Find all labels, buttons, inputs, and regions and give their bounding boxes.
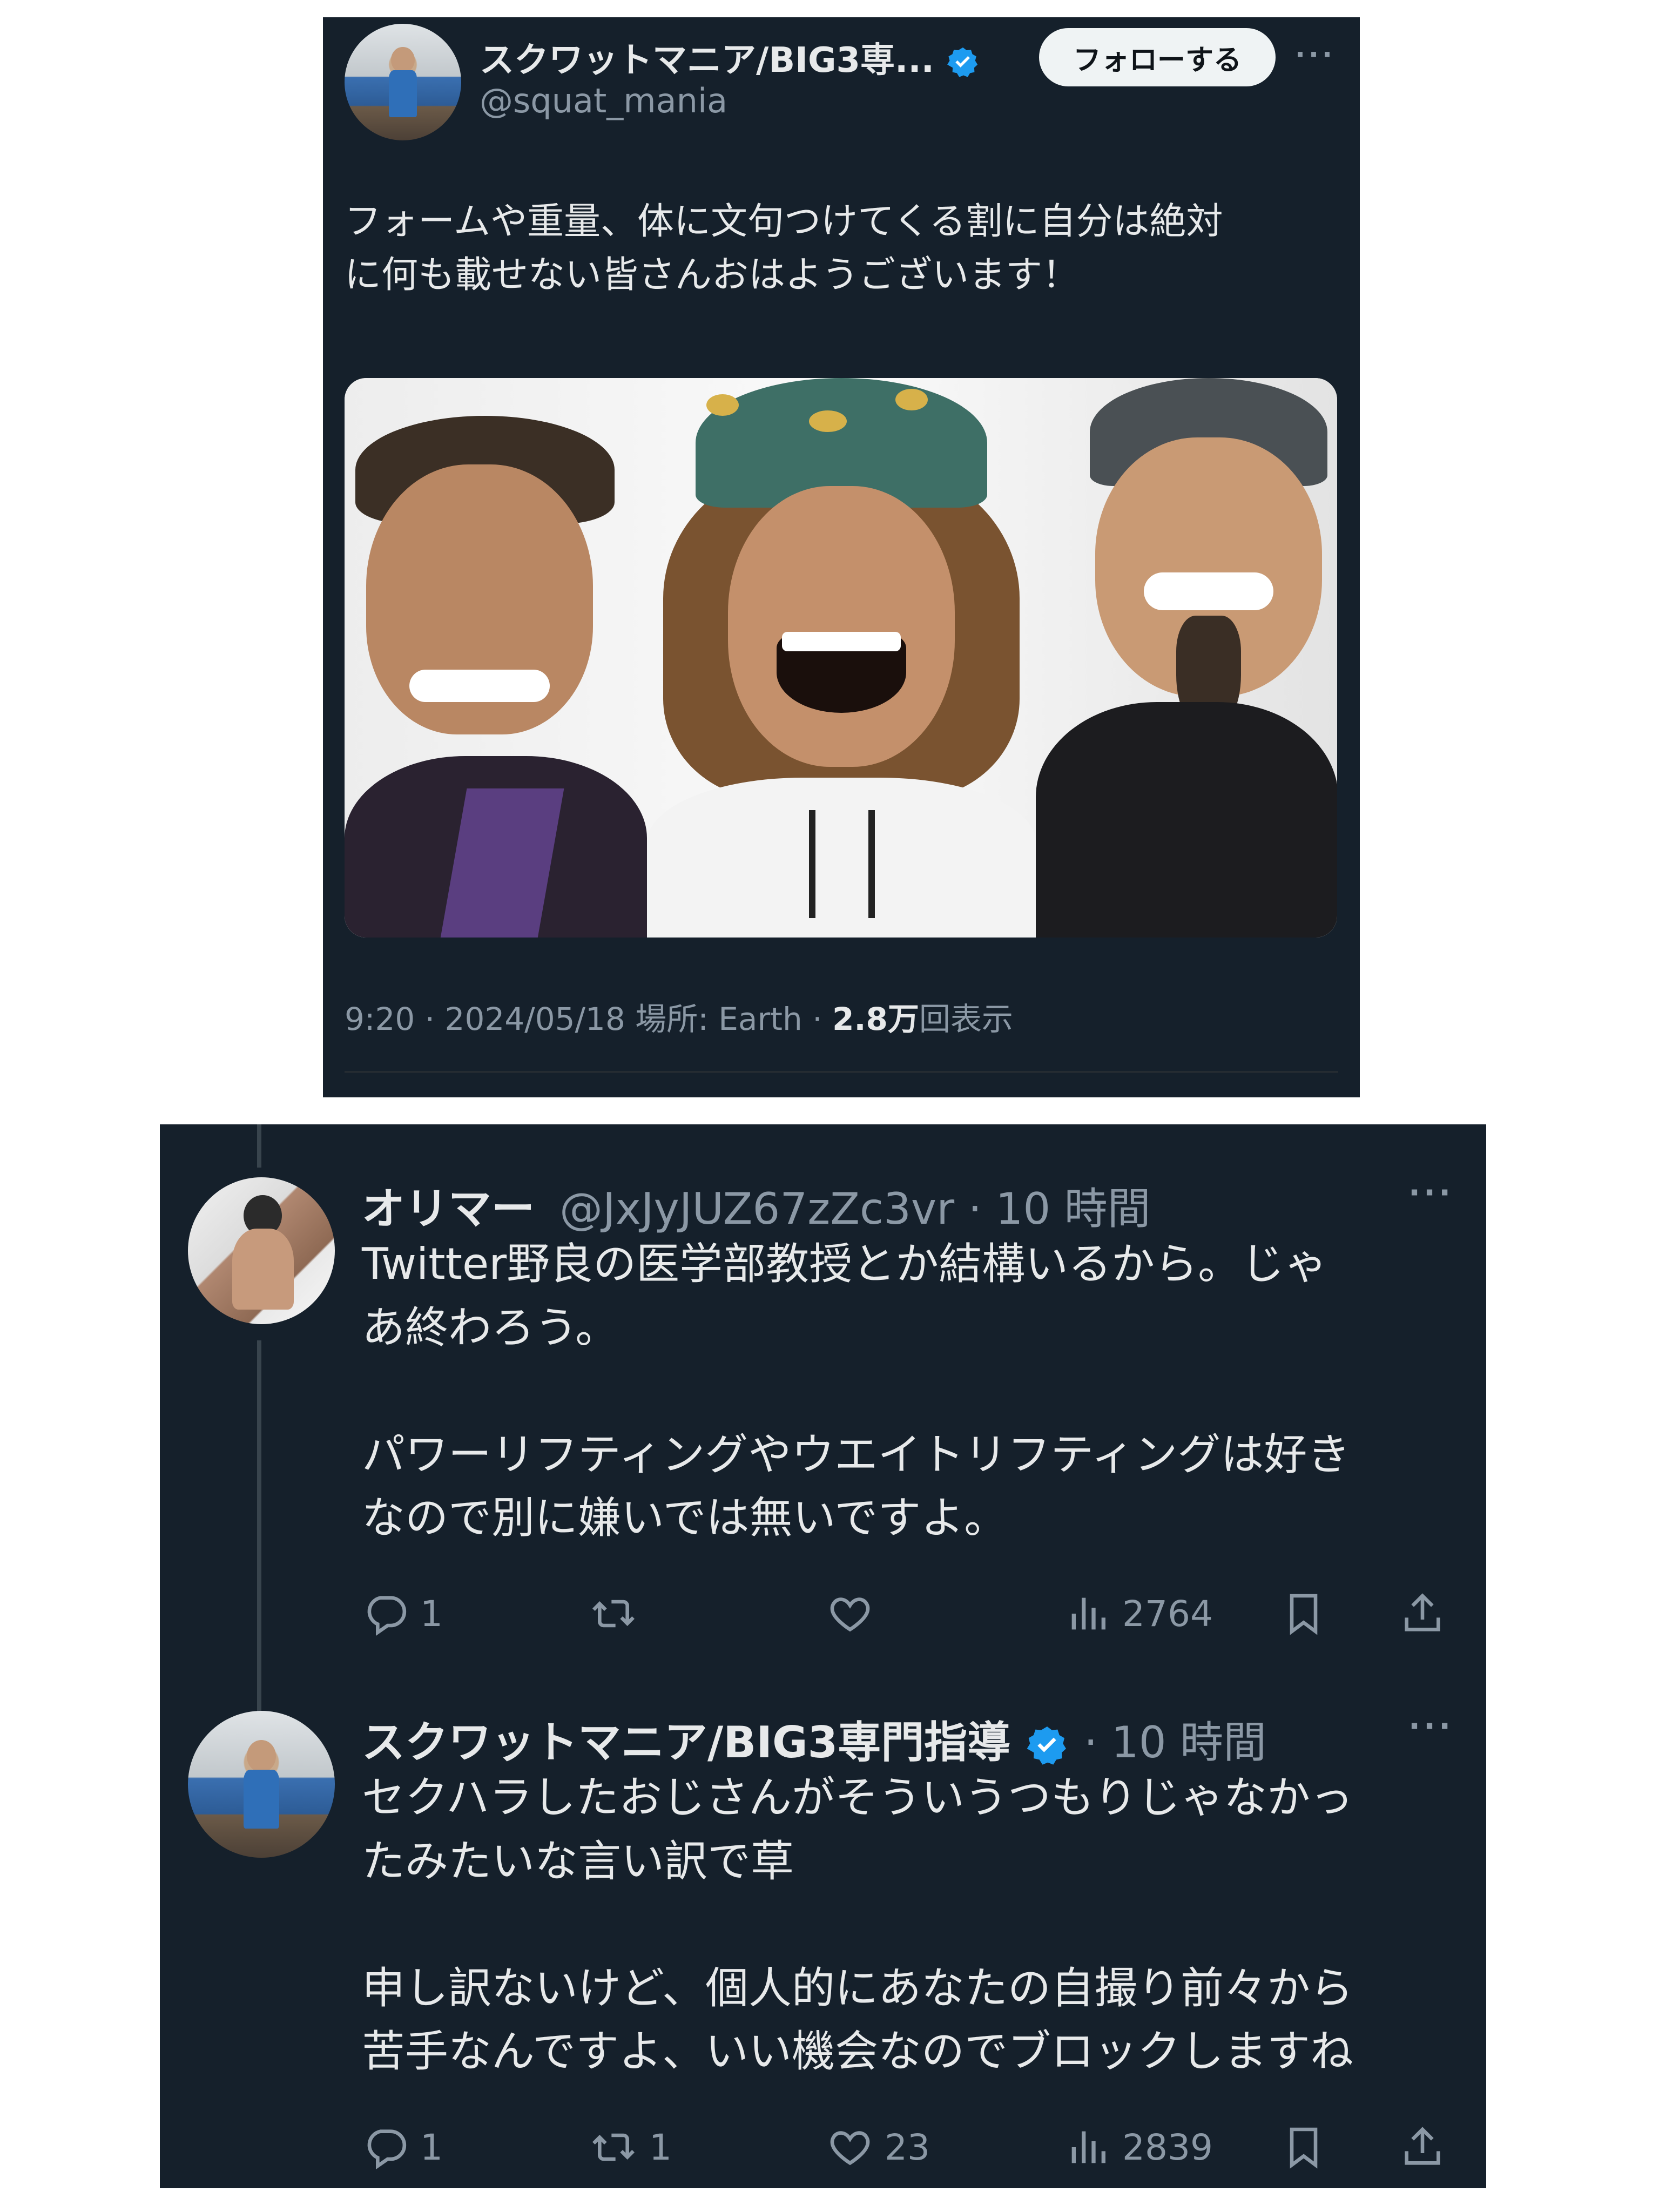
reply-button[interactable]: 1 (362, 1590, 443, 1637)
reply-icon (367, 1596, 407, 1636)
divider (345, 1071, 1338, 1073)
reply-author-handle: @JxJyJUZ67zZc3vr · 10 時間 (559, 1174, 1151, 1237)
reply-time[interactable]: · 10 時間 (968, 1184, 1151, 1234)
reply-time[interactable]: · 10 時間 (1084, 1717, 1266, 1768)
view-count: 2764 (1122, 1593, 1213, 1635)
retweet-icon (592, 1600, 635, 1628)
reply-more-options-icon[interactable]: ··· (1408, 1708, 1454, 1744)
reply-author-name-text: スクワットマニア/BIG3専門指導 (362, 1717, 1011, 1768)
tweet-text: フォームや重量、体に文句つけてくる割に自分は絶対 に何も載せない皆さんおはようご… (345, 200, 1223, 296)
author-avatar[interactable] (345, 24, 461, 140)
reply-avatar-orima[interactable] (188, 1177, 335, 1324)
follow-button[interactable]: フォローする (1039, 28, 1276, 86)
like-button[interactable]: 23 (826, 2123, 930, 2171)
reply-action-bar: 1 1 23 2839 (362, 2116, 1474, 2170)
retweet-count: 1 (649, 2126, 672, 2168)
share-icon (1405, 2127, 1440, 2165)
like-button[interactable] (826, 1590, 885, 1637)
main-tweet-card: スクワットマニア/BIG3専... @squat_mania フォローする ··… (323, 17, 1360, 1097)
reply-handle-text[interactable]: @JxJyJUZ67zZc3vr (559, 1184, 954, 1234)
retweet-button[interactable] (589, 1590, 649, 1637)
share-button[interactable] (1399, 2123, 1446, 2171)
verified-badge-icon (1027, 1727, 1067, 1765)
reply-action-bar: 1 2764 (362, 1582, 1474, 1636)
share-button[interactable] (1399, 1590, 1446, 1637)
tweet-timestamp[interactable]: 9:20 · 2024/05/18 場所: Earth · (345, 1001, 832, 1037)
heart-icon (830, 1597, 870, 1632)
reply-button[interactable]: 1 (362, 2123, 443, 2171)
tweet-photo[interactable] (345, 378, 1337, 938)
reply-more-options-icon[interactable]: ··· (1408, 1174, 1454, 1211)
views-chart-icon (1071, 2131, 1105, 2163)
reply-author-name[interactable]: スクワットマニア/BIG3専門指導 · 10 時間 (362, 1708, 1266, 1770)
view-count: 2.8万 (832, 1001, 919, 1037)
replies-card: オリマー @JxJyJUZ67zZc3vr · 10 時間 ··· Twitte… (160, 1124, 1486, 2188)
bookmark-icon (1290, 1594, 1318, 1635)
verified-badge-icon (947, 48, 978, 78)
reply-author-name[interactable]: オリマー (362, 1174, 535, 1237)
reply-icon (367, 2129, 407, 2170)
reply-avatar-squat-mania[interactable] (188, 1711, 335, 1858)
tweet-timestamp-row: 9:20 · 2024/05/18 場所: Earth · 2.8万回表示 (345, 994, 1013, 1039)
bookmark-button[interactable] (1280, 2123, 1327, 2171)
more-options-icon[interactable]: ··· (1295, 39, 1336, 70)
photo-person-left (345, 400, 647, 938)
author-name-text: スクワットマニア/BIG3専... (480, 41, 934, 80)
thread-line-top (257, 1124, 261, 1168)
bookmark-icon (1290, 2127, 1318, 2169)
author-name[interactable]: スクワットマニア/BIG3専... (480, 32, 980, 82)
retweet-icon (592, 2133, 635, 2161)
author-handle[interactable]: @squat_mania (480, 81, 727, 120)
view-count: 2839 (1122, 2126, 1213, 2168)
reply-count: 1 (420, 1593, 443, 1635)
reply-text: セクハラしたおじさんがそういうつもりじゃなかっ たみたいな言い訳で草 申し訳ない… (362, 1772, 1353, 2077)
like-count: 23 (885, 2126, 930, 2168)
retweet-button[interactable]: 1 (589, 2123, 672, 2171)
reply-text: Twitter野良の医学部教授とか結構いるから。じゃ あ終わろう。 パワーリフテ… (362, 1239, 1351, 1543)
views-button[interactable]: 2764 (1064, 1590, 1213, 1637)
bookmark-button[interactable] (1280, 1590, 1327, 1637)
thread-line (257, 1340, 261, 1751)
share-icon (1405, 1593, 1440, 1631)
heart-icon (830, 2131, 870, 2166)
photo-person-center (647, 378, 1036, 938)
photo-person-right (1036, 378, 1337, 938)
reply-count: 1 (420, 2126, 443, 2168)
views-chart-icon (1071, 1597, 1105, 1630)
view-count-suffix: 回表示 (919, 1001, 1013, 1037)
views-button[interactable]: 2839 (1064, 2123, 1213, 2171)
